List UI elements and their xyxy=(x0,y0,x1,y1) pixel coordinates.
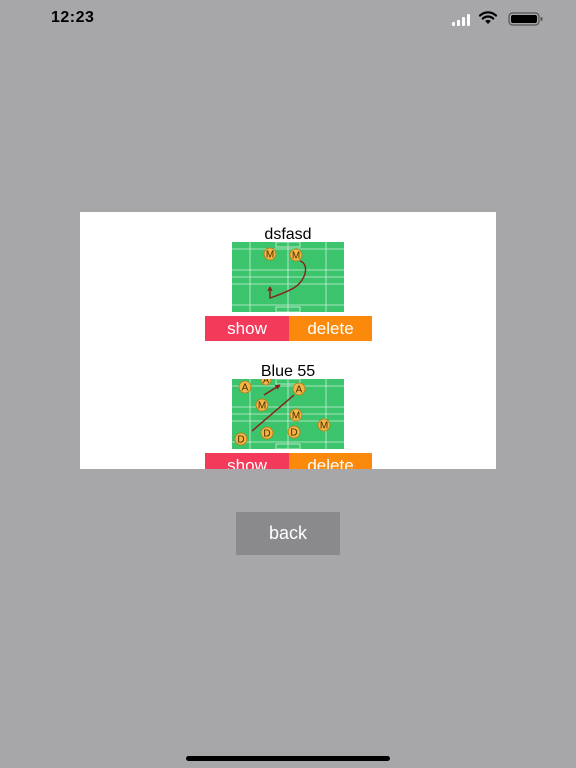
back-button[interactable]: back xyxy=(236,512,340,555)
player-token: M xyxy=(263,247,277,261)
svg-text:M: M xyxy=(292,251,300,262)
player-token: D xyxy=(287,425,301,439)
svg-text:M: M xyxy=(266,250,274,261)
svg-text:M: M xyxy=(258,401,266,412)
home-indicator xyxy=(186,756,390,761)
list-item: dsfasd M M show delete xyxy=(80,212,496,349)
svg-text:A: A xyxy=(296,385,303,396)
cellular-signal-icon xyxy=(452,14,470,26)
player-token: D xyxy=(260,426,274,440)
player-token: M xyxy=(289,248,303,262)
player-token: M xyxy=(317,418,331,432)
player-token: M xyxy=(255,398,269,412)
show-button[interactable]: show xyxy=(205,453,289,469)
show-button[interactable]: show xyxy=(205,316,289,341)
svg-text:A: A xyxy=(242,383,249,394)
field-diagram: A A A M M M D D D xyxy=(232,379,344,449)
field-diagram: M M xyxy=(232,242,344,312)
svg-text:D: D xyxy=(290,428,297,439)
player-token: D xyxy=(234,432,248,446)
svg-text:M: M xyxy=(320,421,328,432)
svg-text:D: D xyxy=(237,435,244,446)
list-item: Blue 55 A A A M M M D D D show delete xyxy=(80,349,496,469)
svg-text:D: D xyxy=(263,429,270,440)
saved-plays-list[interactable]: dsfasd M M show delete Blue 55 A A A M M… xyxy=(80,212,496,469)
svg-text:A: A xyxy=(263,379,269,385)
player-token: A xyxy=(260,379,272,386)
player-token: M xyxy=(289,408,303,422)
delete-button[interactable]: delete xyxy=(289,316,372,341)
delete-button[interactable]: delete xyxy=(289,453,372,469)
wifi-icon xyxy=(478,11,498,24)
battery-icon xyxy=(508,12,543,26)
field-preview: M M xyxy=(232,242,344,312)
field-preview: A A A M M M D D D xyxy=(232,379,344,449)
svg-text:M: M xyxy=(292,411,300,422)
player-token: A xyxy=(292,382,306,396)
player-token: A xyxy=(238,380,252,394)
status-bar: 12:23 xyxy=(0,0,576,40)
status-time: 12:23 xyxy=(51,9,95,26)
